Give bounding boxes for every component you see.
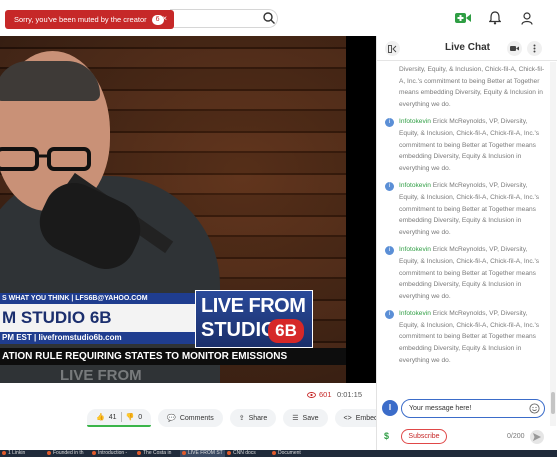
thumbs-down-icon[interactable]: 👎 (126, 413, 135, 421)
chat-message: i Infotokevin Erick McReynolds, VP, Dive… (377, 308, 550, 366)
chat-username[interactable]: Infotokevin (399, 182, 431, 189)
chat-messages: Diversity, Equity, & Inclusion, Chick-fi… (377, 62, 550, 426)
scrollbar-thumb[interactable] (551, 392, 555, 414)
email-bar: S WHAT YOU THINK | LFS6B@YAHOO.COM (0, 293, 195, 304)
live-chat-panel: Live Chat Diversity, Equity, & Inclusion… (376, 36, 557, 457)
save-icon: ☰ (292, 415, 299, 422)
toast-close-button[interactable]: × (162, 14, 167, 23)
user-avatar[interactable]: i (385, 246, 394, 256)
chat-scrollbar[interactable] (550, 62, 556, 426)
like-dislike-group: 👍 41 👎 0 (87, 409, 152, 427)
share-button[interactable]: ⇪ Share (229, 409, 277, 427)
send-icon (533, 433, 541, 441)
go-live-icon[interactable] (455, 11, 471, 25)
toast-text: Sorry, you've been muted by the creator (14, 15, 147, 24)
chat-message: i Infotokevin Erick McReynolds, VP, Dive… (377, 180, 550, 238)
share-icon: ⇪ (238, 415, 245, 422)
muted-toast: Sorry, you've been muted by the creator … (5, 10, 174, 29)
taskbar-item[interactable]: 1 Linkin (0, 450, 45, 457)
user-avatar[interactable]: i (385, 182, 394, 192)
taskbar-item[interactable]: LIVE FROM ST (180, 450, 225, 457)
chat-username[interactable]: Infotokevin (399, 246, 431, 253)
duration: 0:01:15 (337, 390, 363, 399)
bell-icon[interactable] (487, 11, 503, 25)
chat-video-icon[interactable] (507, 41, 522, 56)
chat-username[interactable]: Infotokevin (399, 118, 431, 125)
top-bar: Sorry, you've been muted by the creator … (0, 0, 557, 36)
save-button[interactable]: ☰ Save (283, 409, 328, 427)
lower-third: S WHAT YOU THINK | LFS6B@YAHOO.COM M STU… (0, 290, 346, 383)
my-avatar: I (382, 400, 398, 416)
search-icon[interactable] (262, 11, 276, 25)
page: Sorry, you've been muted by the creator … (0, 0, 557, 457)
video-actions: 👍 41 👎 0 💬 Comments ⇪ Share ☰ Save <> Em… (87, 409, 387, 427)
send-button[interactable] (530, 430, 544, 444)
taskbar-item[interactable]: Founded in th (45, 450, 90, 457)
comments-button[interactable]: 💬 Comments (158, 409, 223, 427)
studio-logo: LIVE FROM STUDIO 6B (195, 290, 313, 348)
eye-icon (307, 391, 316, 398)
chat-header: Live Chat (377, 36, 557, 61)
like-count[interactable]: 41 (109, 414, 117, 421)
embed-icon: <> (343, 414, 352, 422)
show-title-bar: M STUDIO 6B (0, 304, 195, 332)
os-taskbar: 1 Linkin Founded in th Introduction - Th… (0, 450, 557, 457)
comment-icon: 💬 (167, 415, 176, 422)
user-icon[interactable] (519, 11, 535, 25)
dislike-count[interactable]: 0 (138, 414, 142, 421)
emoji-icon[interactable] (529, 403, 540, 414)
thumbs-up-icon[interactable]: 👍 (96, 413, 105, 421)
user-avatar[interactable]: i (385, 310, 394, 320)
video-player[interactable]: S WHAT YOU THINK | LFS6B@YAHOO.COM M STU… (0, 36, 376, 383)
chat-message: Diversity, Equity, & Inclusion, Chick-fi… (399, 66, 545, 108)
subscribe-button[interactable]: Subscribe (401, 429, 447, 444)
user-avatar[interactable]: i (385, 118, 394, 128)
view-count: 601 (307, 390, 332, 399)
chat-username[interactable]: Infotokevin (399, 310, 431, 317)
chat-message: i Infotokevin Erick McReynolds, VP, Dive… (377, 116, 550, 174)
top-icons (455, 11, 535, 25)
time-website-bar: PM EST | livefromstudio6b.com (0, 332, 195, 344)
taskbar-item[interactable]: The Costa in (135, 450, 180, 457)
tip-dollar-icon[interactable]: $ (384, 431, 389, 441)
chat-message: i Infotokevin Erick McReynolds, VP, Dive… (377, 244, 550, 302)
news-ticker: ATION RULE REQUIRING STATES TO MONITOR E… (0, 348, 346, 365)
taskbar-item[interactable]: Document (270, 450, 315, 457)
taskbar-item[interactable]: Introduction - (90, 450, 135, 457)
glasses-graphic (0, 147, 91, 171)
chat-message-input[interactable]: Your message here! (401, 399, 545, 418)
watermark: LIVE FROM (60, 367, 142, 383)
taskbar-item[interactable]: CNN docs (225, 450, 270, 457)
chat-menu-icon[interactable] (527, 41, 542, 56)
char-counter: 0/200 (507, 433, 525, 440)
